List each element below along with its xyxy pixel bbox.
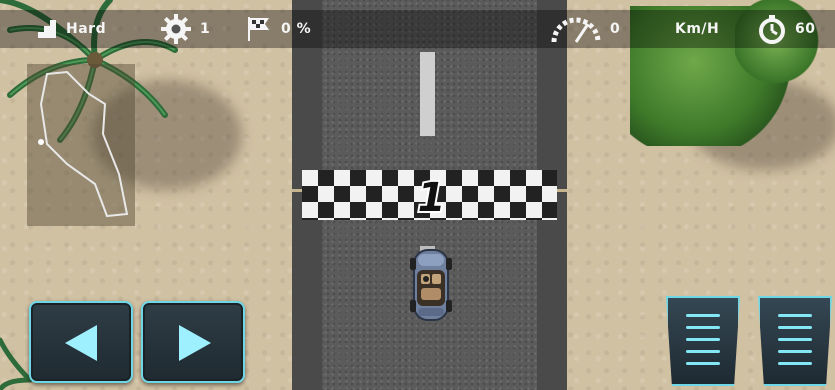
speed-value: 0 [610, 21, 621, 37]
speed-indicator: 0 [550, 10, 620, 48]
timer-value: 60 [795, 21, 816, 37]
progress-value: 0 % [281, 21, 312, 37]
gas-pedal-icon[interactable] [760, 298, 830, 384]
brake-pedal-icon[interactable] [668, 298, 738, 384]
progress-indicator: 0 % [245, 10, 311, 48]
speed-unit: Km/H [675, 21, 720, 37]
difficulty-label: Hard [66, 21, 107, 37]
stairs-icon [30, 18, 58, 40]
right-arrow-icon[interactable] [177, 323, 213, 363]
minimap-track-outline [38, 70, 129, 218]
gas-pedal-button[interactable] [758, 296, 832, 386]
brake-pedal-button[interactable] [666, 296, 740, 386]
gear-icon[interactable] [160, 13, 192, 45]
checkered-flag-icon [245, 15, 273, 43]
speed-unit-label: Km/H [675, 10, 719, 48]
track-minimap [27, 64, 135, 226]
difficulty-indicator: Hard [30, 10, 106, 48]
steer-left-button[interactable] [29, 301, 133, 383]
center-lane-marking [420, 52, 435, 136]
timer-indicator: 60 [757, 10, 815, 48]
settings-indicator[interactable]: 1 [160, 10, 210, 48]
game-scene: 1 Hard 1 0 % 0 Km/H 60 [0, 0, 835, 390]
left-arrow-icon[interactable] [63, 323, 99, 363]
player-car [408, 246, 454, 328]
speedometer-icon [550, 14, 602, 44]
steer-right-button[interactable] [141, 301, 245, 383]
lap-number: 1 [411, 173, 451, 223]
car-icon [410, 249, 452, 321]
settings-value: 1 [200, 21, 211, 37]
stopwatch-icon [757, 14, 787, 44]
